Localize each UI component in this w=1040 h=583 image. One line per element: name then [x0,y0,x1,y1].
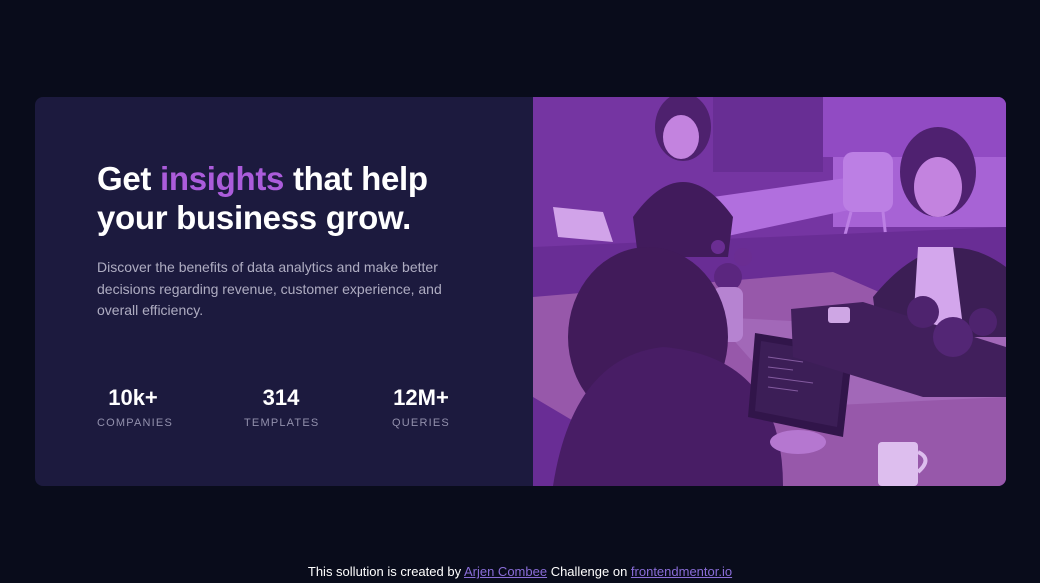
stat-label: COMPANIES [97,417,173,429]
stats-preview-card: Get insights that help your business gro… [35,97,1006,486]
headline-accent: insights [159,160,285,197]
headline-prefix: Get [97,160,160,197]
header-image [533,97,1006,486]
attribution-middle: Challenge on [547,564,631,579]
stat-label: QUERIES [392,417,450,429]
stat-templates: 314 TEMPLATES [244,384,318,431]
office-photo-illustration [533,97,1006,486]
card-content: Get insights that help your business gro… [35,97,533,486]
author-link[interactable]: Arjen Combee [464,564,547,579]
headline: Get insights that help your business gro… [97,159,457,237]
stat-value: 314 [262,385,300,410]
description: Discover the benefits of data analytics … [97,259,442,318]
stat-value: 12M+ [393,385,449,410]
frontendmentor-link[interactable]: frontendmentor.io [631,564,732,579]
stat-label: TEMPLATES [244,417,320,429]
attribution-prefix: This sollution is created by [307,564,464,579]
stat-queries: 12M+ QUERIES [392,384,450,431]
stat-value: 10k+ [108,385,158,410]
stat-companies: 10k+ COMPANIES [97,384,173,431]
attribution: This sollution is created by Arjen Combe… [0,563,1040,581]
stats-row: 10k+ COMPANIES 314 TEMPLATES 12M+ QUERIE… [97,384,457,434]
